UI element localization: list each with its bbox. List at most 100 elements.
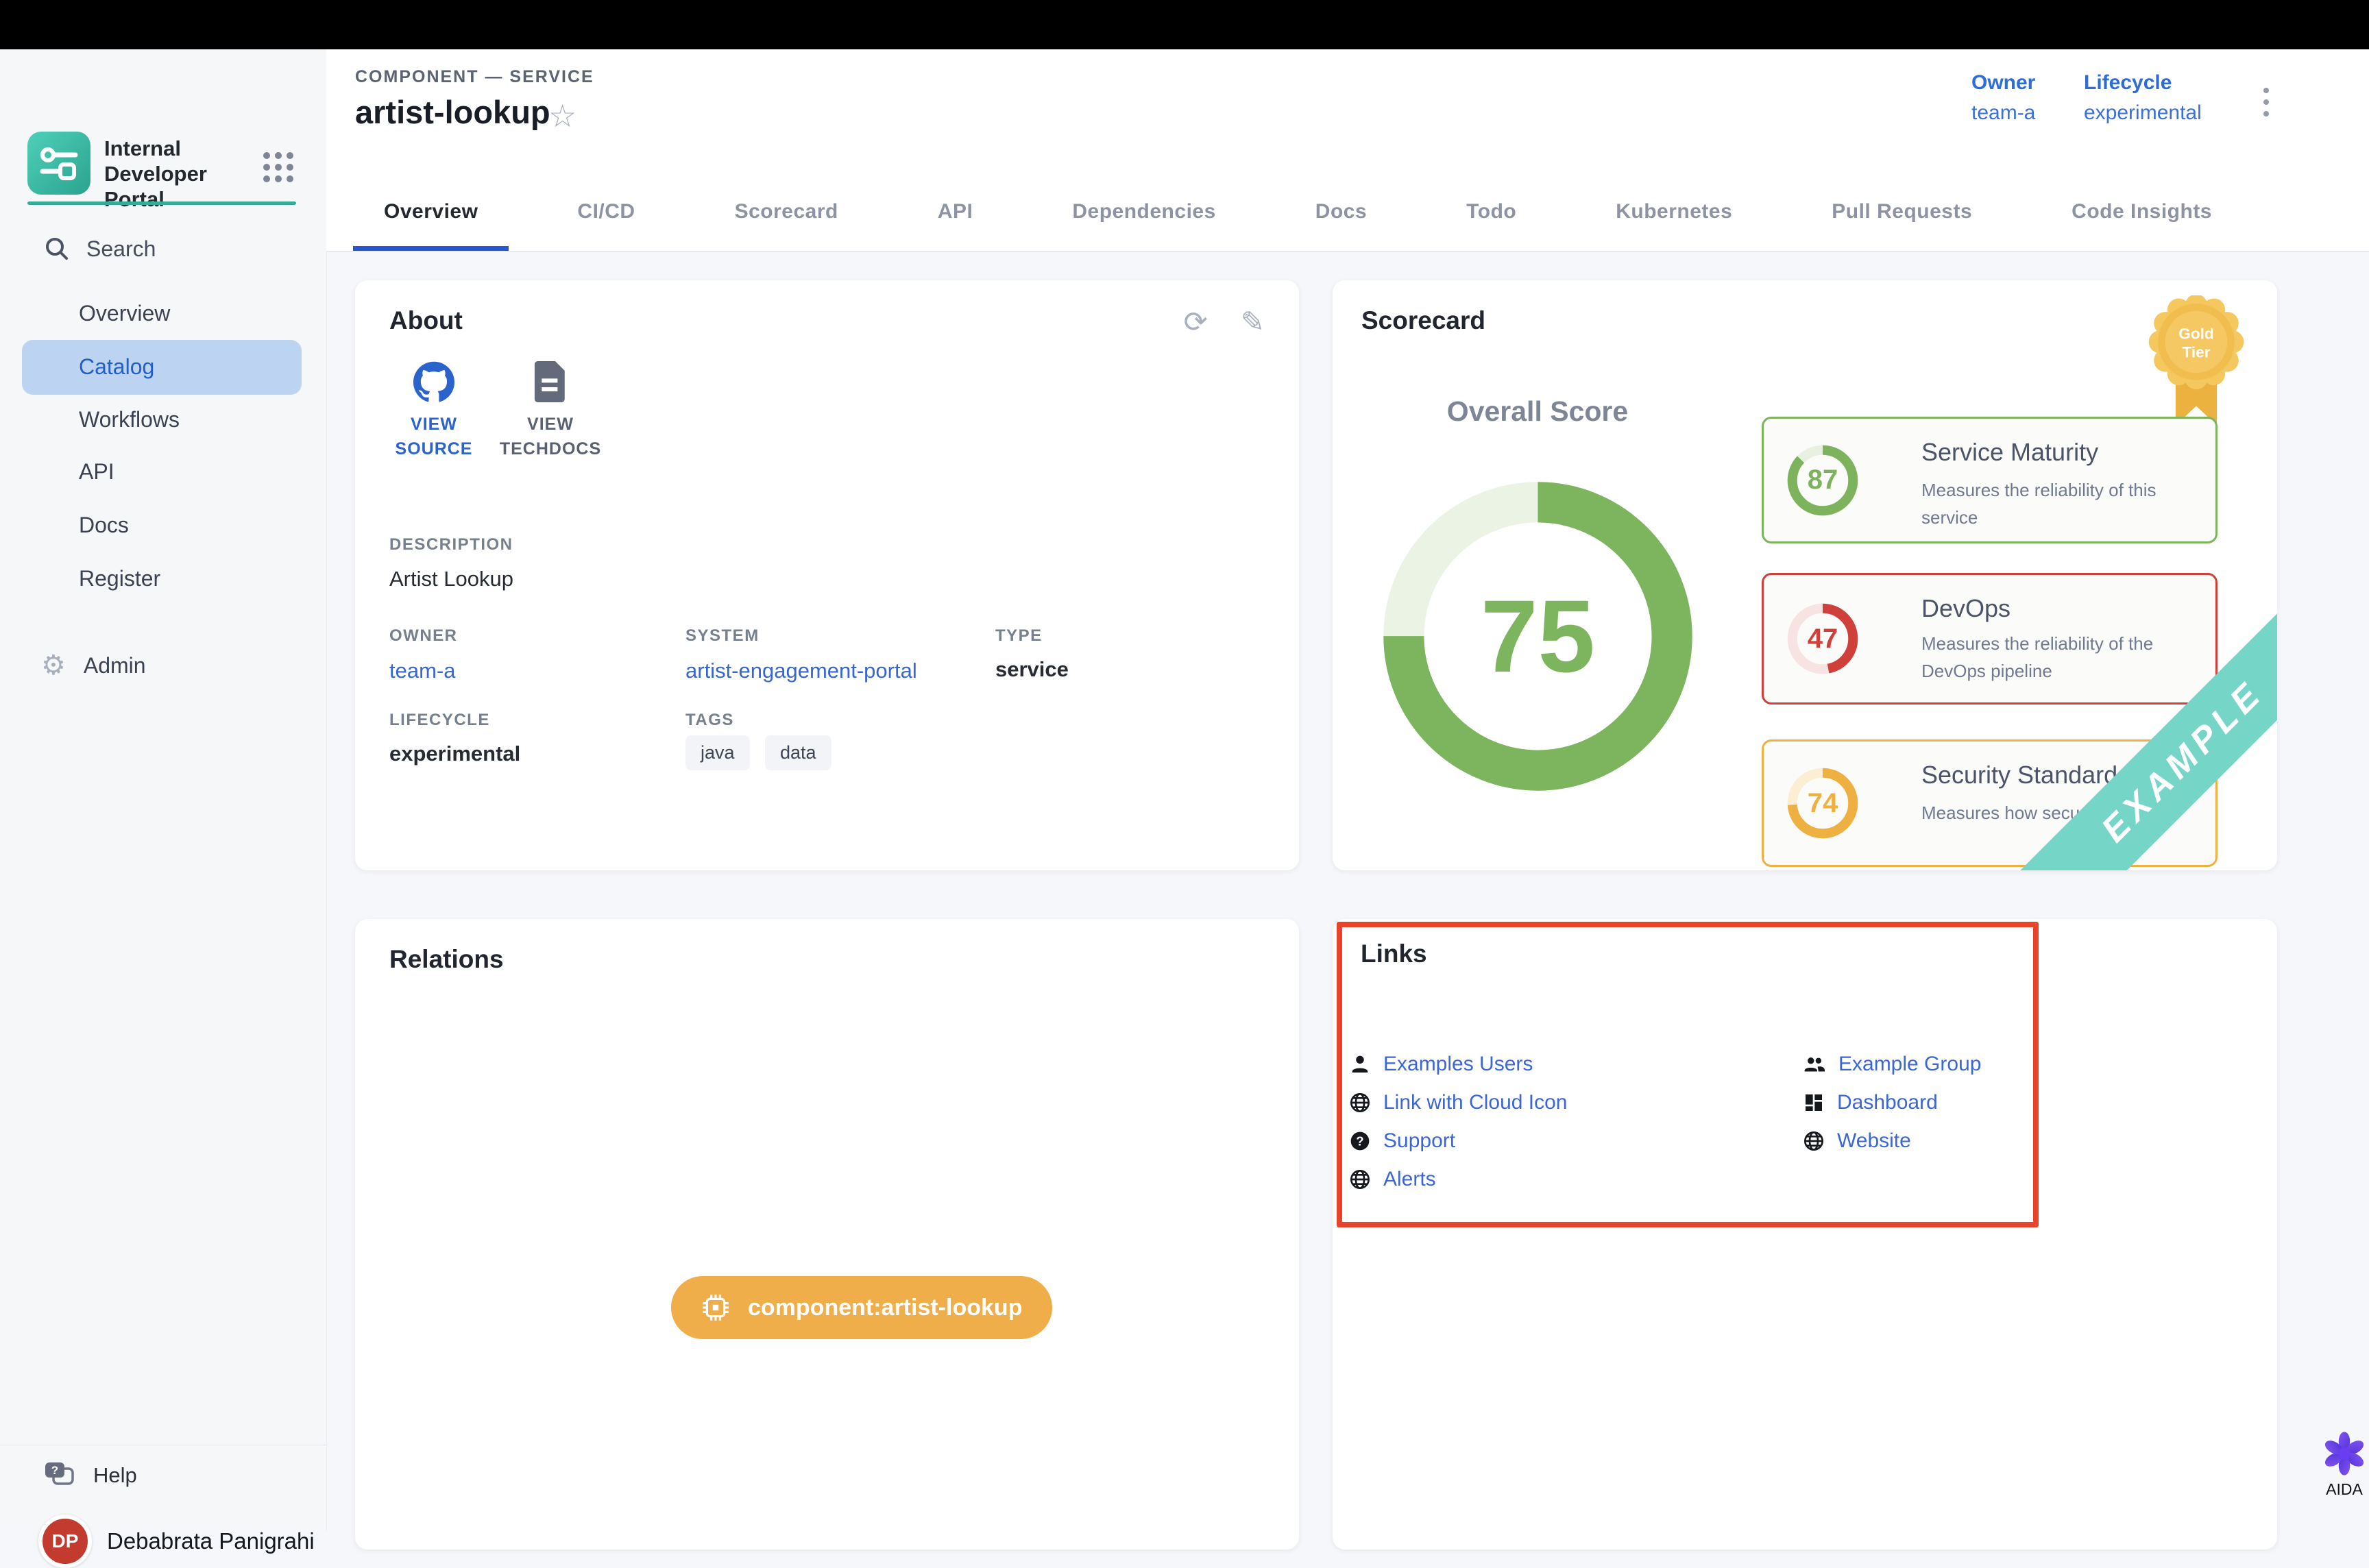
svg-text:?: ?: [51, 1464, 58, 1477]
chip-icon: [701, 1293, 730, 1322]
entity-tabs: Overview CI/CD Scorecard API Dependencie…: [353, 177, 2243, 251]
lifecycle-label: Lifecycle: [2084, 71, 2202, 95]
link-example-group[interactable]: Example Group: [1803, 1050, 1981, 1079]
link-dashboard[interactable]: Dashboard: [1803, 1088, 1981, 1117]
score-ring: 47: [1786, 602, 1860, 676]
tag-chip[interactable]: java: [685, 735, 750, 770]
sidebar-item-register[interactable]: Register: [0, 552, 326, 605]
user-menu[interactable]: DP Debabrata Panigrahi: [38, 1515, 315, 1568]
owner-value[interactable]: team-a: [1971, 101, 2035, 125]
svg-text:Tier: Tier: [2182, 343, 2210, 360]
tab-code-insights[interactable]: Code Insights: [2041, 177, 2243, 251]
overall-score-value: 75: [1382, 480, 1694, 792]
help-button[interactable]: ? Help: [42, 1460, 137, 1491]
tag-chip[interactable]: data: [765, 735, 831, 770]
sidebar-item-api[interactable]: API: [0, 445, 326, 498]
scorecard-heading: Scorecard: [1361, 306, 1485, 335]
system-field-value[interactable]: artist-engagement-portal: [685, 659, 917, 683]
sidebar-item-label: Docs: [79, 513, 129, 538]
score-value: 74: [1786, 766, 1860, 840]
description-label: DESCRIPTION: [389, 535, 513, 554]
tab-api[interactable]: API: [907, 177, 1004, 251]
link-examples-users[interactable]: Examples Users: [1349, 1050, 1567, 1079]
owner-meta: Owner team-a: [1971, 71, 2035, 125]
link-label: Website: [1837, 1129, 1911, 1153]
globe-icon: [1803, 1130, 1825, 1152]
svg-text:Gold: Gold: [2178, 325, 2214, 342]
link-with-cloud-icon[interactable]: Link with Cloud Icon: [1349, 1088, 1567, 1117]
score-title: DevOps: [1921, 594, 2010, 623]
link-alerts[interactable]: Alerts: [1349, 1165, 1567, 1194]
favorite-star-icon[interactable]: ☆: [548, 97, 576, 134]
globe-icon: [1349, 1168, 1371, 1190]
sidebar-item-workflows[interactable]: Workflows: [0, 393, 326, 446]
help-chat-icon: ?: [42, 1460, 77, 1491]
lifecycle-field-label: LIFECYCLE: [389, 711, 490, 730]
score-title: Security Standards: [1921, 761, 2130, 789]
tab-kubernetes[interactable]: Kubernetes: [1585, 177, 1763, 251]
aida-label: AIDA: [2326, 1480, 2363, 1499]
relation-chip-label: component:artist-lookup: [748, 1295, 1022, 1321]
app-title: Internal Developer Portal: [104, 136, 263, 212]
owner-field-value[interactable]: team-a: [389, 659, 455, 683]
avatar: DP: [38, 1515, 92, 1568]
link-website[interactable]: Website: [1803, 1127, 1981, 1155]
about-card: About ⟳ ✎ VIEW SOURCE VIEW TECHDOCS DESC…: [355, 280, 1299, 870]
sidebar-item-overview[interactable]: Overview: [0, 286, 326, 340]
links-right-column: Example Group Dashboard Website: [1803, 1050, 1981, 1155]
score-item-service-maturity[interactable]: 87 Service Maturity Measures the reliabi…: [1762, 417, 2218, 543]
sidebar-search[interactable]: Search: [44, 236, 156, 262]
about-heading: About: [389, 306, 463, 335]
sidebar-item-catalog[interactable]: Catalog: [0, 340, 326, 393]
sidebar-accent-rule: [27, 201, 296, 205]
person-icon: [1349, 1053, 1371, 1075]
edit-pencil-icon[interactable]: ✎: [1241, 305, 1265, 339]
kebab-menu-icon[interactable]: [2257, 81, 2276, 123]
score-value: 47: [1786, 602, 1860, 676]
type-field-label: TYPE: [995, 626, 1043, 646]
gold-tier-badge: Gold Tier: [2144, 295, 2248, 433]
refresh-icon[interactable]: ⟳: [1184, 305, 1208, 339]
links-heading: Links: [1361, 940, 1427, 968]
link-label: Examples Users: [1383, 1053, 1533, 1076]
entity-kind-eyebrow: COMPONENT — SERVICE: [355, 67, 594, 87]
view-techdocs-button[interactable]: VIEW TECHDOCS: [492, 361, 609, 461]
relations-card: Relations component:artist-lookup: [355, 919, 1299, 1549]
search-icon: [44, 236, 70, 262]
tab-overview[interactable]: Overview: [353, 177, 509, 251]
relation-node-chip[interactable]: component:artist-lookup: [671, 1276, 1052, 1339]
link-label: Dashboard: [1837, 1091, 1938, 1114]
sidebar-item-docs[interactable]: Docs: [0, 498, 326, 552]
tab-cicd[interactable]: CI/CD: [546, 177, 666, 251]
description-value: Artist Lookup: [389, 567, 513, 591]
score-ring: 74: [1786, 766, 1860, 840]
sidebar: Internal Developer Portal Search Overvie…: [0, 49, 327, 1531]
tab-dependencies[interactable]: Dependencies: [1041, 177, 1246, 251]
link-label: Example Group: [1838, 1053, 1981, 1076]
overall-score-gauge: 75: [1382, 480, 1694, 792]
link-label: Alerts: [1383, 1168, 1436, 1191]
score-item-devops[interactable]: 47 DevOps Measures the reliability of th…: [1762, 573, 2218, 705]
top-black-bar: [0, 0, 2369, 49]
tab-pull-requests[interactable]: Pull Requests: [1801, 177, 2003, 251]
globe-icon: [1349, 1092, 1371, 1114]
tab-todo[interactable]: Todo: [1435, 177, 1547, 251]
tab-scorecard[interactable]: Scorecard: [704, 177, 869, 251]
app-logo[interactable]: [27, 132, 90, 195]
scorecard-card: Scorecard Gold Tier Overall Score 75: [1333, 280, 2277, 870]
link-label: Link with Cloud Icon: [1383, 1091, 1567, 1114]
system-field-label: SYSTEM: [685, 626, 760, 646]
search-label: Search: [86, 236, 156, 262]
sliders-logo-icon: [37, 141, 81, 185]
tab-docs[interactable]: Docs: [1285, 177, 1398, 251]
apps-grid-icon[interactable]: [263, 152, 293, 182]
help-label: Help: [93, 1463, 137, 1488]
link-support[interactable]: ? Support: [1349, 1127, 1567, 1155]
gear-icon: ⚙: [41, 650, 66, 681]
score-desc: Measures the reliability of the DevOps p…: [1921, 630, 2216, 685]
owner-field-label: OWNER: [389, 626, 458, 646]
view-source-button[interactable]: VIEW SOURCE: [376, 361, 492, 461]
aida-assistant-button[interactable]: AIDA: [2317, 1431, 2369, 1499]
github-icon: [413, 361, 454, 402]
sidebar-item-admin[interactable]: ⚙ Admin: [41, 650, 146, 681]
